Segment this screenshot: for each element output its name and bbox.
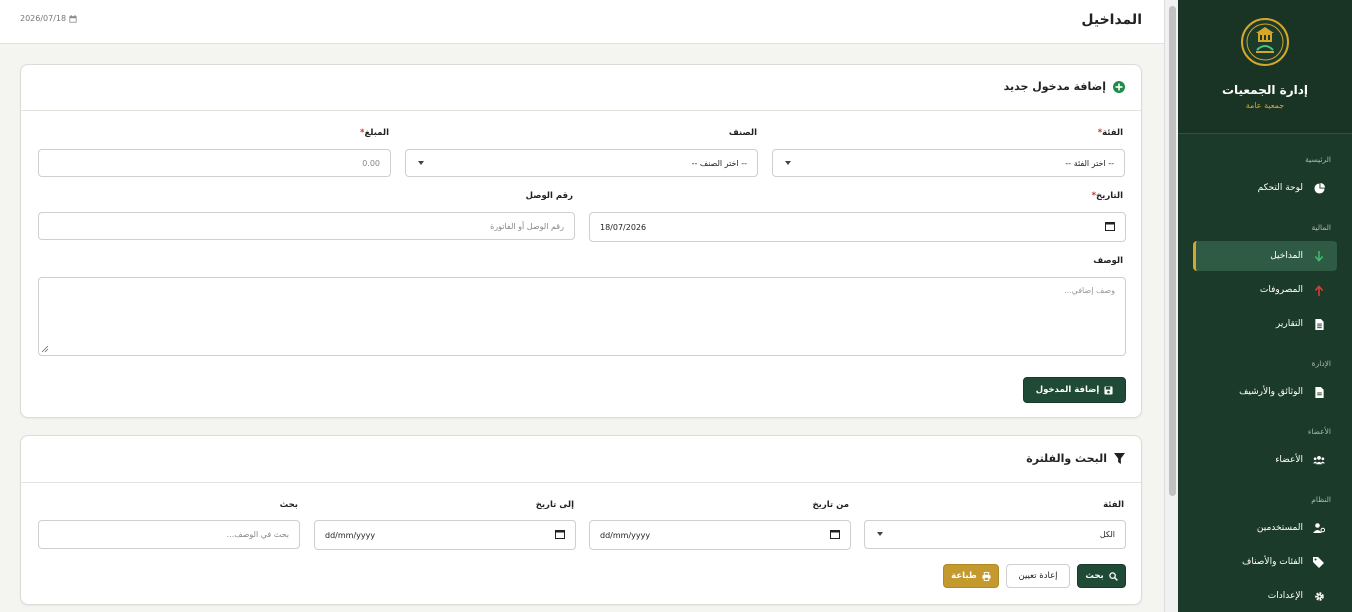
filter-card: البحث والفلترة الفئة من تاريخ إلى تاريخ … <box>20 435 1142 605</box>
section-admin: الإدارة <box>1311 359 1331 368</box>
document-icon <box>1313 386 1325 398</box>
section-main: الرئيسية <box>1305 155 1331 164</box>
user-cog-icon <box>1313 522 1325 534</box>
date-label: التاريخ* <box>1091 191 1123 201</box>
filter-search-input[interactable]: بحث في الوصف... <box>38 520 300 549</box>
filter-from-date[interactable]: dd/mm/yyyy <box>589 520 851 550</box>
add-income-button[interactable]: إضافة المدخول <box>1023 377 1126 403</box>
print-button[interactable]: طباعة <box>943 564 999 588</box>
sidebar-item-documents[interactable]: الوثائق والأرشيف <box>1193 377 1337 407</box>
filter-category-label: الفئة <box>1103 500 1124 510</box>
save-icon <box>1104 385 1113 395</box>
amount-input[interactable]: 0.00 <box>38 149 391 177</box>
filter-to-label: إلى تاريخ <box>535 500 574 510</box>
users-group-icon <box>1313 454 1325 466</box>
arrow-down-icon <box>1313 250 1325 262</box>
search-button[interactable]: بحث <box>1077 564 1126 588</box>
filter-from-label: من تاريخ <box>812 500 849 510</box>
sidebar-item-categories[interactable]: الفئات والأصناف <box>1193 547 1337 577</box>
add-income-card-header: إضافة مدخول جديد <box>21 65 1141 111</box>
add-income-card: إضافة مدخول جديد الفئة* الصنف المبلغ* --… <box>20 64 1142 418</box>
filter-to-date[interactable]: dd/mm/yyyy <box>314 520 576 550</box>
type-select[interactable]: -- اختر الصنف -- <box>405 149 758 177</box>
resize-grip-icon[interactable] <box>41 345 49 353</box>
pie-chart-icon <box>1313 182 1325 194</box>
sidebar-item-label: الأعضاء <box>1275 455 1303 465</box>
amount-label: المبلغ* <box>359 128 389 138</box>
filter-category-select[interactable]: الكل <box>864 520 1126 549</box>
chevron-down-icon <box>785 161 791 165</box>
section-members: الأعضاء <box>1307 427 1331 436</box>
top-date: 2026/07/18 <box>20 14 77 23</box>
filter-card-header: البحث والفلترة <box>21 436 1141 483</box>
report-file-icon <box>1313 318 1325 330</box>
category-select[interactable]: -- اختر الفئة -- <box>772 149 1125 177</box>
top-bar: المداخيل 2026/07/18 <box>0 0 1164 44</box>
sidebar-subtitle: جمعية عامة <box>1245 101 1285 110</box>
logo <box>1241 18 1289 66</box>
sidebar-item-label: الوثائق والأرشيف <box>1239 387 1303 397</box>
reset-button[interactable]: إعادة تعيين <box>1006 564 1070 588</box>
page-title: المداخيل <box>1081 12 1142 28</box>
date-input[interactable]: 18/07/2026 <box>589 212 1126 242</box>
calendar-icon[interactable] <box>830 529 840 539</box>
chevron-down-icon <box>418 161 424 165</box>
sidebar-item-dashboard[interactable]: لوحة التحكم <box>1193 173 1337 203</box>
filter-title: البحث والفلترة <box>1026 452 1125 465</box>
sidebar-item-label: المداخيل <box>1270 251 1303 261</box>
sidebar-title: إدارة الجمعيات <box>1221 83 1309 97</box>
sidebar-item-label: المصروفات <box>1259 285 1303 295</box>
date-text: 2026/07/18 <box>20 14 67 23</box>
sidebar-item-label: المستخدمين <box>1256 523 1303 533</box>
category-label: الفئة* <box>1097 128 1123 138</box>
sidebar-item-label: الفئات والأصناف <box>1242 557 1303 567</box>
calendar-icon <box>69 14 77 23</box>
association-logo-icon <box>1246 23 1284 61</box>
plus-circle-icon <box>1113 80 1125 93</box>
gear-icon <box>1313 590 1325 602</box>
receipt-input[interactable]: رقم الوصل أو الفاتورة <box>38 212 575 240</box>
sidebar-item-label: الإعدادات <box>1267 591 1303 601</box>
page-scrollbar[interactable] <box>1164 0 1178 612</box>
sidebar-item-expenses[interactable]: المصروفات <box>1193 275 1337 305</box>
sidebar-item-settings[interactable]: الإعدادات <box>1193 581 1337 611</box>
receipt-label: رقم الوصل <box>525 191 573 201</box>
description-textarea[interactable]: وصف إضافي... <box>38 277 1126 356</box>
filter-icon <box>1114 453 1125 464</box>
sidebar: إدارة الجمعيات جمعية عامة الرئيسية لوحة … <box>1178 0 1352 612</box>
add-income-title: إضافة مدخول جديد <box>1004 80 1125 93</box>
section-system: النظام <box>1311 495 1331 504</box>
sidebar-item-label: التقارير <box>1275 319 1303 329</box>
tags-icon <box>1313 556 1325 568</box>
arrow-up-icon <box>1313 284 1325 296</box>
filter-search-label: بحث <box>279 500 298 510</box>
type-label: الصنف <box>728 128 757 138</box>
sidebar-item-label: لوحة التحكم <box>1257 183 1303 193</box>
calendar-icon[interactable] <box>1105 221 1115 231</box>
search-icon <box>1108 571 1118 581</box>
calendar-icon[interactable] <box>555 529 565 539</box>
sidebar-item-reports[interactable]: التقارير <box>1193 309 1337 339</box>
description-label: الوصف <box>1093 256 1123 266</box>
sidebar-header: إدارة الجمعيات جمعية عامة <box>1178 0 1352 134</box>
scrollbar-thumb[interactable] <box>1169 6 1176 496</box>
sidebar-item-income[interactable]: المداخيل <box>1193 241 1337 271</box>
section-finance: المالية <box>1311 223 1331 232</box>
chevron-down-icon <box>877 532 883 536</box>
sidebar-item-users[interactable]: المستخدمين <box>1193 513 1337 543</box>
sidebar-item-members[interactable]: الأعضاء <box>1193 445 1337 475</box>
printer-icon <box>982 571 991 581</box>
